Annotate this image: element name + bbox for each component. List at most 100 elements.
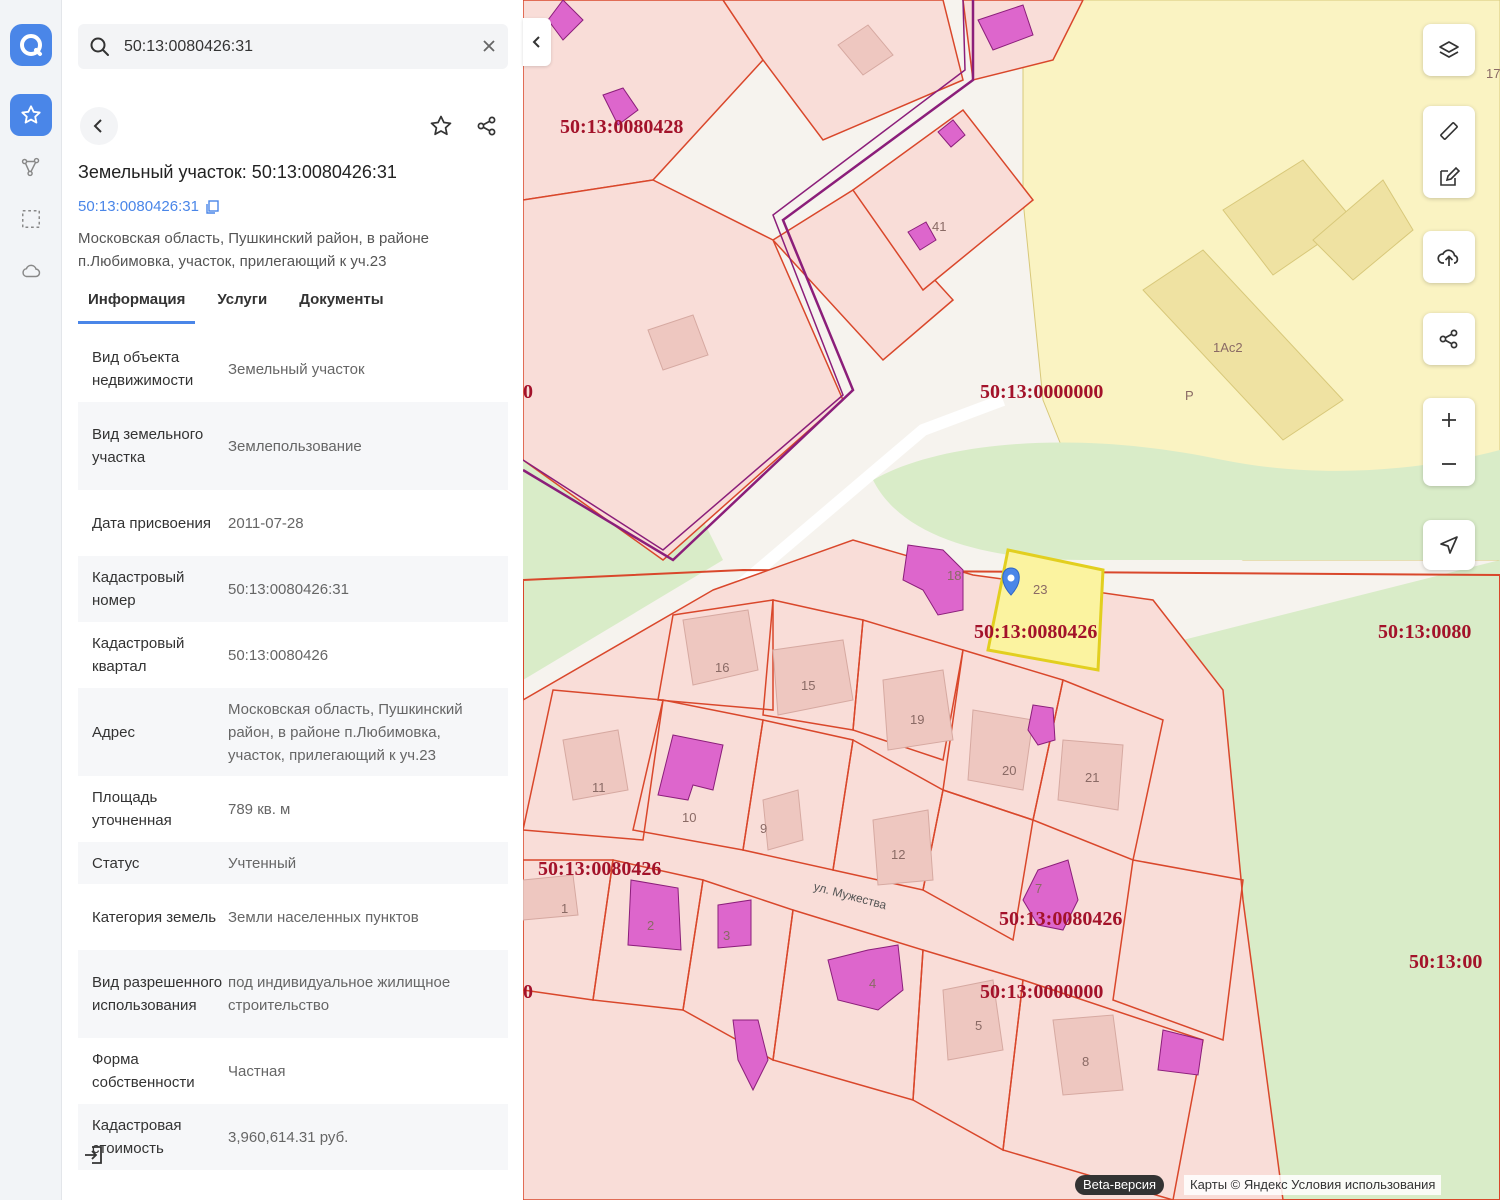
property-key: Кадастровый номер (92, 569, 185, 609)
selected-parcel[interactable] (986, 548, 1105, 672)
area-select-button[interactable] (10, 198, 52, 240)
lot-number: 5 (975, 1018, 982, 1033)
quarter-label: 50:13:0080426 (538, 858, 661, 880)
parcel-title: Земельный участок: 50:13:0080426:31 (78, 162, 397, 182)
tab-information[interactable]: Информация (78, 288, 196, 324)
building (762, 789, 804, 851)
zoom-control (1423, 398, 1475, 486)
lot-number: 2 (647, 918, 654, 933)
zoom-out-button[interactable] (1423, 442, 1475, 486)
route-button[interactable] (10, 146, 52, 188)
property-value: 50:13:0080426 (228, 646, 329, 664)
share-control (1423, 313, 1475, 365)
map-graphics: 50:13:0080428 50:13:0000000 50:13:008042… (523, 0, 1500, 1200)
zoom-in-button[interactable] (1423, 398, 1475, 442)
favorites-button[interactable] (10, 94, 52, 136)
star-icon (21, 105, 41, 124)
search-icon[interactable] (88, 35, 112, 59)
left-rail (0, 0, 62, 1200)
property-row: Вид разрешенного использования под индив… (78, 950, 508, 1038)
cloud-icon (22, 264, 41, 278)
property-value: Землепользование (228, 437, 362, 455)
properties-table: Вид объекта недвижимости Земельный участ… (78, 336, 508, 1170)
tools-control (1423, 106, 1475, 198)
quarter-label: 50:13:0080426 (974, 621, 1097, 643)
lot-number: 11 (592, 780, 606, 795)
map-attribution[interactable]: Карты © Яндекс Условия использования (1184, 1175, 1442, 1195)
property-value: Земли населенных пунктов (228, 908, 419, 926)
tab-services[interactable]: Услуги (207, 288, 277, 324)
lot-number: 41 (932, 219, 946, 234)
property-value: Учтенный (228, 854, 297, 872)
property-key: Вид разрешенного использования (92, 974, 223, 1014)
building (627, 879, 682, 951)
sign-out-icon (85, 1146, 102, 1164)
property-row: Форма собственности Частная (78, 1038, 508, 1104)
quarter-label: 50:13:0080 (1378, 621, 1471, 643)
property-key: Площадь уточненная (92, 789, 172, 829)
clear-search-icon[interactable] (480, 37, 498, 55)
quarter-label: 50:13:0000000 (980, 381, 1103, 403)
ruler-icon (1440, 122, 1458, 140)
building (882, 669, 954, 751)
copy-icon[interactable] (205, 199, 221, 215)
ruler-button[interactable] (1423, 106, 1475, 156)
search-input[interactable] (124, 24, 464, 69)
map-canvas[interactable]: 50:13:0080428 50:13:0000000 50:13:008042… (523, 0, 1500, 1200)
logout-button[interactable] (82, 1143, 106, 1172)
property-row: Дата присвоения 2011-07-28 (78, 490, 508, 556)
lot-number: 12 (891, 847, 905, 862)
lot-number: 9 (760, 821, 767, 836)
lot-number: 16 (715, 660, 729, 675)
cadastral-number-text[interactable]: 50:13:0080426:31 (78, 198, 199, 215)
quarter-label: 50:13:00 (1409, 951, 1482, 973)
map-share-button[interactable] (1423, 313, 1475, 365)
property-value: Московская область, Пушкинский район, в … (228, 700, 463, 764)
tab-bar: Информация Услуги Документы (78, 288, 508, 324)
app-logo[interactable] (10, 24, 52, 66)
quarter-label: 0 (523, 381, 533, 403)
upload-control (1423, 231, 1475, 283)
property-row: Вид земельного участка Землепользование (78, 402, 508, 490)
lot-number: 15 (801, 678, 815, 693)
cloud-upload-icon (1437, 249, 1459, 266)
edit-button[interactable] (1423, 156, 1475, 198)
collapse-panel-button[interactable] (523, 18, 551, 66)
zone-label: 17 (1486, 66, 1500, 81)
search-bar (78, 24, 508, 69)
property-value: Земельный участок (228, 360, 365, 378)
back-button[interactable] (80, 107, 118, 145)
property-key: Вид земельного участка (92, 426, 204, 466)
property-value: 50:13:0080426:31 (228, 580, 349, 598)
navigation-arrow-icon (1440, 536, 1458, 554)
quarter-label: 50:13:0080426 (999, 908, 1122, 930)
property-key: Категория земель (92, 908, 217, 926)
cloud-button[interactable] (10, 250, 52, 292)
lot-number: 4 (869, 976, 876, 991)
property-value: Частная (228, 1062, 286, 1080)
lot-number: 1 (561, 901, 568, 916)
chevron-left-icon (93, 119, 102, 133)
add-favorite-button[interactable] (422, 107, 460, 145)
route-icon (21, 157, 40, 177)
layers-button[interactable] (1423, 24, 1475, 76)
info-panel: Земельный участок: 50:13:0080426:31 50:1… (62, 0, 523, 1200)
plus-icon (1442, 413, 1456, 427)
property-key: Дата присвоения (92, 514, 211, 532)
minus-icon (1442, 463, 1456, 465)
star-outline-icon (430, 115, 452, 136)
edit-icon (1440, 166, 1461, 186)
share-button[interactable] (468, 107, 506, 145)
chevron-left-icon (532, 36, 540, 48)
geolocation-button[interactable] (1423, 520, 1475, 570)
lot-number: 23 (1033, 582, 1047, 597)
tab-documents[interactable]: Документы (289, 288, 393, 324)
property-key: Статус (92, 854, 140, 872)
upload-button[interactable] (1423, 231, 1475, 283)
property-key: Форма собственности (92, 1051, 195, 1091)
zone-label: Р (1185, 388, 1194, 403)
cadastral-number-link[interactable]: 50:13:0080426:31 (78, 198, 221, 215)
beta-badge: Beta-версия (1075, 1175, 1165, 1195)
property-row: Площадь уточненная 789 кв. м (78, 776, 508, 842)
select-area-icon (22, 210, 40, 228)
